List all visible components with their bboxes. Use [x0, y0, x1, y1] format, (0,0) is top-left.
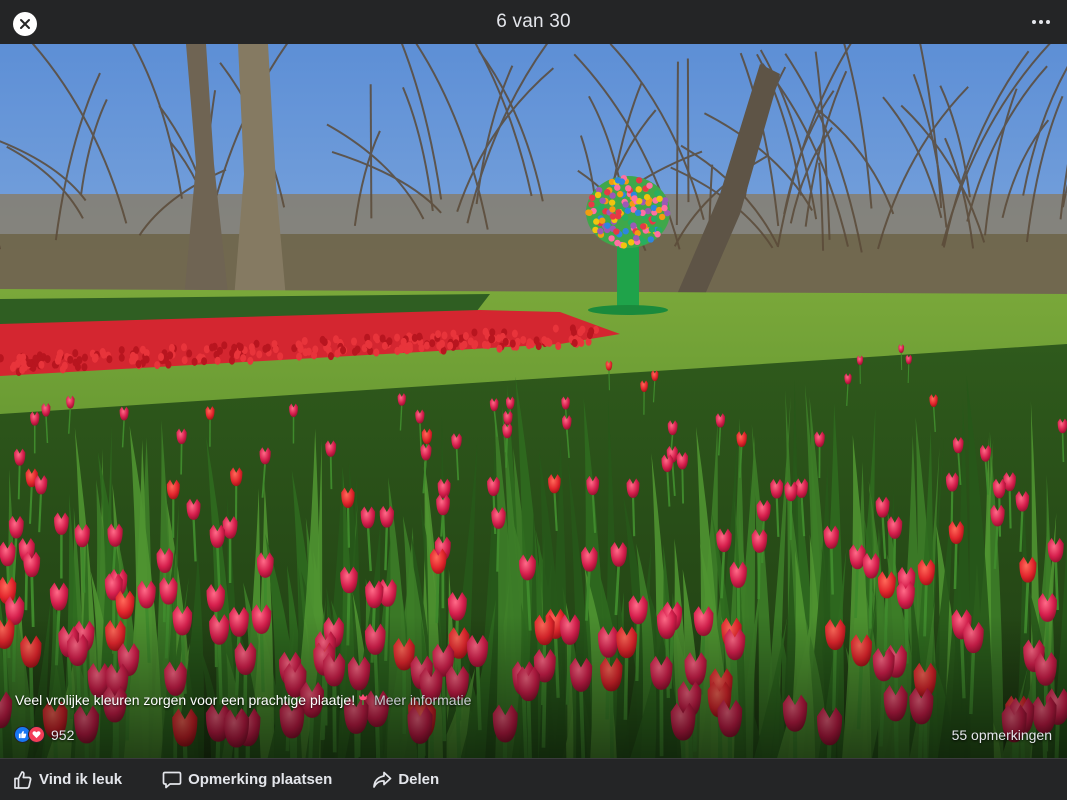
comment-button-label: Opmerking plaatsen — [188, 771, 333, 788]
tulip-emoji — [358, 693, 368, 706]
like-button-label: Vind ik leuk — [39, 771, 123, 788]
action-bar: Vind ik leuk Opmerking plaatsen Delen — [0, 758, 1067, 800]
post-photo[interactable] — [0, 44, 1067, 758]
caption-text: Veel vrolijke kleuren zorgen voor een pr… — [15, 692, 356, 708]
close-icon[interactable] — [13, 12, 37, 36]
thumbs-up-icon — [14, 770, 32, 789]
comments-count[interactable]: 55 opmerkingen — [952, 727, 1052, 743]
share-button-label: Delen — [398, 771, 440, 788]
share-button[interactable]: Delen — [372, 770, 439, 790]
reaction-count: 952 — [51, 726, 75, 743]
love-reaction-icon — [28, 726, 45, 743]
more-info-link[interactable]: Meer informatie — [374, 692, 471, 708]
share-icon — [373, 771, 392, 788]
tulip-garden-photo — [0, 44, 1067, 758]
viewer-top-bar: 6 van 30 — [0, 0, 1067, 44]
more-horizontal-icon[interactable] — [1031, 14, 1051, 30]
photo-counter: 6 van 30 — [496, 11, 571, 32]
like-button[interactable]: Vind ik leuk — [13, 770, 122, 790]
reactions-summary[interactable]: 952 — [14, 726, 74, 743]
comment-button[interactable]: Opmerking plaatsen — [162, 770, 332, 790]
post-caption: Veel vrolijke kleuren zorgen voor een pr… — [15, 692, 471, 708]
comment-icon — [162, 771, 182, 788]
